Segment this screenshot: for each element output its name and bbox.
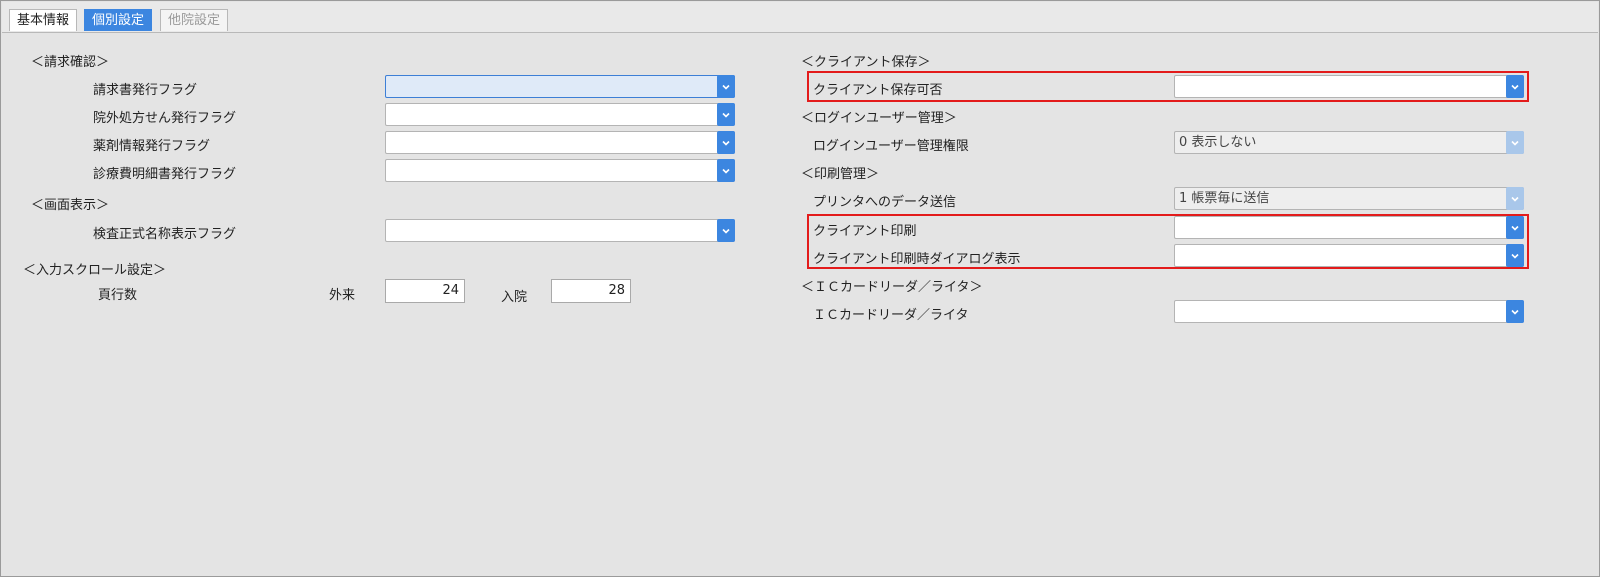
drug-info-flag-select[interactable] xyxy=(385,131,735,154)
tab-individual-settings[interactable]: 個別設定 xyxy=(84,9,153,31)
client-print-dialog-select[interactable] xyxy=(1174,244,1524,267)
outside-prescription-flag-select[interactable] xyxy=(385,103,735,126)
ic-reader-select[interactable] xyxy=(1174,300,1524,323)
label-client-save: クライアント保存可否 xyxy=(813,83,943,98)
chevron-down-icon[interactable] xyxy=(1506,216,1524,239)
exam-name-flag-select[interactable] xyxy=(385,219,735,242)
section-scroll-title: ＜入力スクロール設定＞ xyxy=(23,263,167,278)
chevron-down-icon[interactable] xyxy=(717,131,735,154)
section-ic-title: ＜ＩＣカードリーダ／ライタ＞ xyxy=(801,280,983,295)
label-outside-prescription-flag: 院外処方せん発行フラグ xyxy=(93,111,237,126)
label-ic-reader: ＩＣカードリーダ／ライタ xyxy=(813,308,969,323)
chevron-down-icon[interactable] xyxy=(1506,244,1524,267)
settings-panel: 基本情報 個別設定 他院設定 ＜請求確認＞ 請求書発行フラグ 院外処方せん発行フ… xyxy=(0,0,1600,577)
outpatient-rows-input[interactable]: 24 xyxy=(385,279,465,303)
section-print-title: ＜印刷管理＞ xyxy=(801,167,880,182)
chevron-down-icon[interactable] xyxy=(717,159,735,182)
label-outpatient: 外来 xyxy=(329,288,356,303)
label-printer-data-send: プリンタへのデータ送信 xyxy=(813,195,957,210)
label-medical-statement-flag: 診療費明細書発行フラグ xyxy=(93,167,237,182)
chevron-down-icon[interactable] xyxy=(717,75,735,98)
login-permission-value: 0 表示しない xyxy=(1179,135,1257,150)
label-exam-name-flag: 検査正式名称表示フラグ xyxy=(93,227,237,242)
label-drug-info-flag: 薬剤情報発行フラグ xyxy=(93,139,211,154)
label-client-print-dialog: クライアント印刷時ダイアログ表示 xyxy=(813,252,1021,267)
medical-statement-flag-select[interactable] xyxy=(385,159,735,182)
tab-other-clinic-settings[interactable]: 他院設定 xyxy=(160,9,229,31)
printer-data-send-select[interactable]: 1 帳票毎に送信 xyxy=(1174,187,1524,210)
section-display-title: ＜画面表示＞ xyxy=(31,198,110,213)
label-client-print: クライアント印刷 xyxy=(813,224,917,239)
section-billing-title: ＜請求確認＞ xyxy=(31,55,110,70)
inpatient-rows-input[interactable]: 28 xyxy=(551,279,631,303)
client-print-select[interactable] xyxy=(1174,216,1524,239)
tab-bar: 基本情報 個別設定 他院設定 xyxy=(2,2,1598,33)
tab-basic-info[interactable]: 基本情報 xyxy=(9,9,78,31)
printer-data-send-value: 1 帳票毎に送信 xyxy=(1179,191,1270,206)
invoice-flag-select[interactable] xyxy=(385,75,735,98)
label-invoice-flag: 請求書発行フラグ xyxy=(93,83,198,98)
chevron-down-icon[interactable] xyxy=(1506,300,1524,323)
login-permission-select[interactable]: 0 表示しない xyxy=(1174,131,1524,154)
label-inpatient: 入院 xyxy=(501,290,528,305)
chevron-down-icon[interactable] xyxy=(717,219,735,242)
section-client-save-title: ＜クライアント保存＞ xyxy=(801,55,931,70)
chevron-down-icon[interactable] xyxy=(717,103,735,126)
section-login-title: ＜ログインユーザー管理＞ xyxy=(801,111,957,126)
label-page-rows: 頁行数 xyxy=(98,288,138,303)
client-save-select[interactable] xyxy=(1174,75,1524,98)
label-login-permission: ログインユーザー管理権限 xyxy=(813,139,969,154)
chevron-down-icon[interactable] xyxy=(1506,75,1524,98)
chevron-down-icon xyxy=(1506,131,1524,154)
chevron-down-icon xyxy=(1506,187,1524,210)
